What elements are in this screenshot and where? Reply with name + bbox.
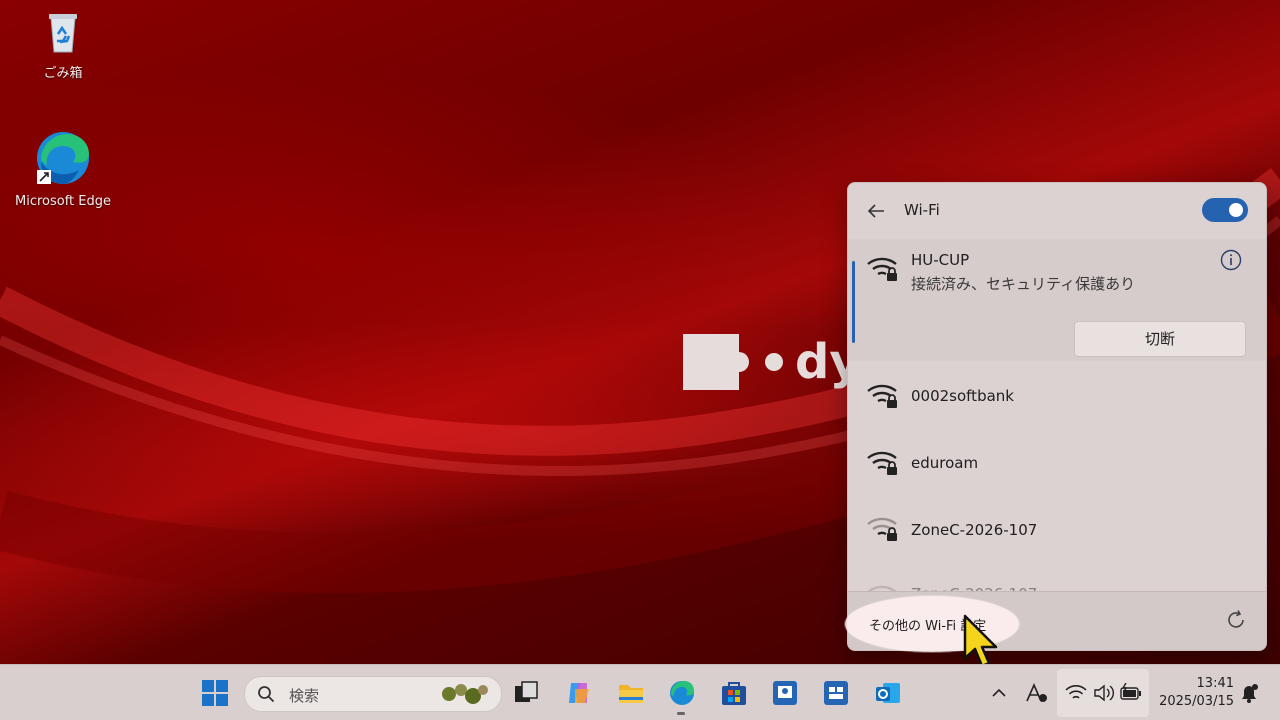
taskbar: 検索 13:41 2025/03/15 [0, 664, 1280, 720]
wifi-secure-icon [867, 257, 897, 281]
clock-time: 13:41 [1196, 676, 1234, 691]
outlook-icon[interactable] [874, 679, 902, 707]
network-item[interactable]: ZoneC-2026-107 [848, 495, 1266, 561]
start-icon[interactable] [201, 679, 229, 707]
clock-date: 2025/03/15 [1159, 694, 1234, 709]
notification-bell-icon[interactable] [1238, 679, 1260, 707]
network-item[interactable]: 0002softbank [848, 363, 1266, 429]
wifi-title: Wi-Fi [904, 201, 940, 219]
system-clock[interactable]: 13:41 2025/03/15 [1156, 675, 1234, 711]
wifi-secure-icon [867, 384, 897, 408]
edge-icon [37, 132, 89, 184]
store-icon[interactable] [720, 679, 748, 707]
recycle-bin-label: ごみ箱 [43, 66, 83, 81]
active-app-indicator [677, 712, 685, 715]
desktop: ごみ箱 Microsoft Edge dy Wi-Fi HU-CUP 接続済み、… [0, 0, 1280, 720]
back-arrow-icon[interactable] [864, 199, 888, 223]
connected-network-status: 接続済み、セキュリティ保護あり [911, 275, 1136, 293]
network-name: ZoneC-2026-107 [911, 521, 1038, 539]
copilot-icon[interactable] [565, 679, 593, 707]
recycle-bin-icon [49, 14, 77, 53]
disconnect-button[interactable]: 切断 [1074, 321, 1246, 357]
file-explorer-icon[interactable] [617, 679, 645, 707]
edge-icon[interactable] [668, 679, 696, 707]
network-name: 0002softbank [911, 387, 1014, 405]
wifi-header: Wi-Fi [848, 183, 1266, 239]
quick-settings-button[interactable] [1057, 669, 1149, 717]
wifi-flyout: Wi-Fi HU-CUP 接続済み、セキュリティ保護あり 切断 0002soft… [847, 182, 1267, 651]
background-logo: dy [683, 334, 861, 390]
search-placeholder: 検索 [289, 687, 320, 705]
ime-icon[interactable] [1025, 679, 1049, 707]
recycle-bin-shortcut[interactable]: ごみ箱 [8, 6, 118, 81]
refresh-icon[interactable] [1224, 608, 1248, 632]
wifi-toggle[interactable] [1202, 198, 1248, 222]
network-name: eduroam [911, 454, 979, 472]
connected-network[interactable]: HU-CUP 接続済み、セキュリティ保護あり 切断 [848, 239, 1266, 361]
wifi-icon [1065, 685, 1087, 699]
network-item[interactable]: ZoneC-2026-107 [848, 563, 1266, 593]
edge-shortcut[interactable]: Microsoft Edge [8, 130, 118, 209]
edge-label: Microsoft Edge [14, 194, 111, 209]
chevron-up-icon[interactable] [988, 679, 1010, 707]
search-highlight-art-icon [442, 684, 488, 704]
selection-accent [852, 261, 855, 343]
wifi-secure-icon [867, 451, 897, 475]
connected-network-name: HU-CUP [911, 251, 970, 269]
volume-icon [1094, 684, 1114, 702]
battery-charging-icon [1120, 683, 1141, 700]
search-icon [258, 686, 275, 703]
network-item[interactable]: eduroam [848, 429, 1266, 495]
app-icon[interactable] [771, 679, 799, 707]
taskbar-search[interactable]: 検索 [244, 676, 502, 712]
info-icon[interactable] [1220, 249, 1242, 271]
wifi-weak-secure-icon [867, 517, 897, 541]
task-view-icon[interactable] [512, 679, 540, 707]
app2-icon[interactable] [822, 679, 850, 707]
